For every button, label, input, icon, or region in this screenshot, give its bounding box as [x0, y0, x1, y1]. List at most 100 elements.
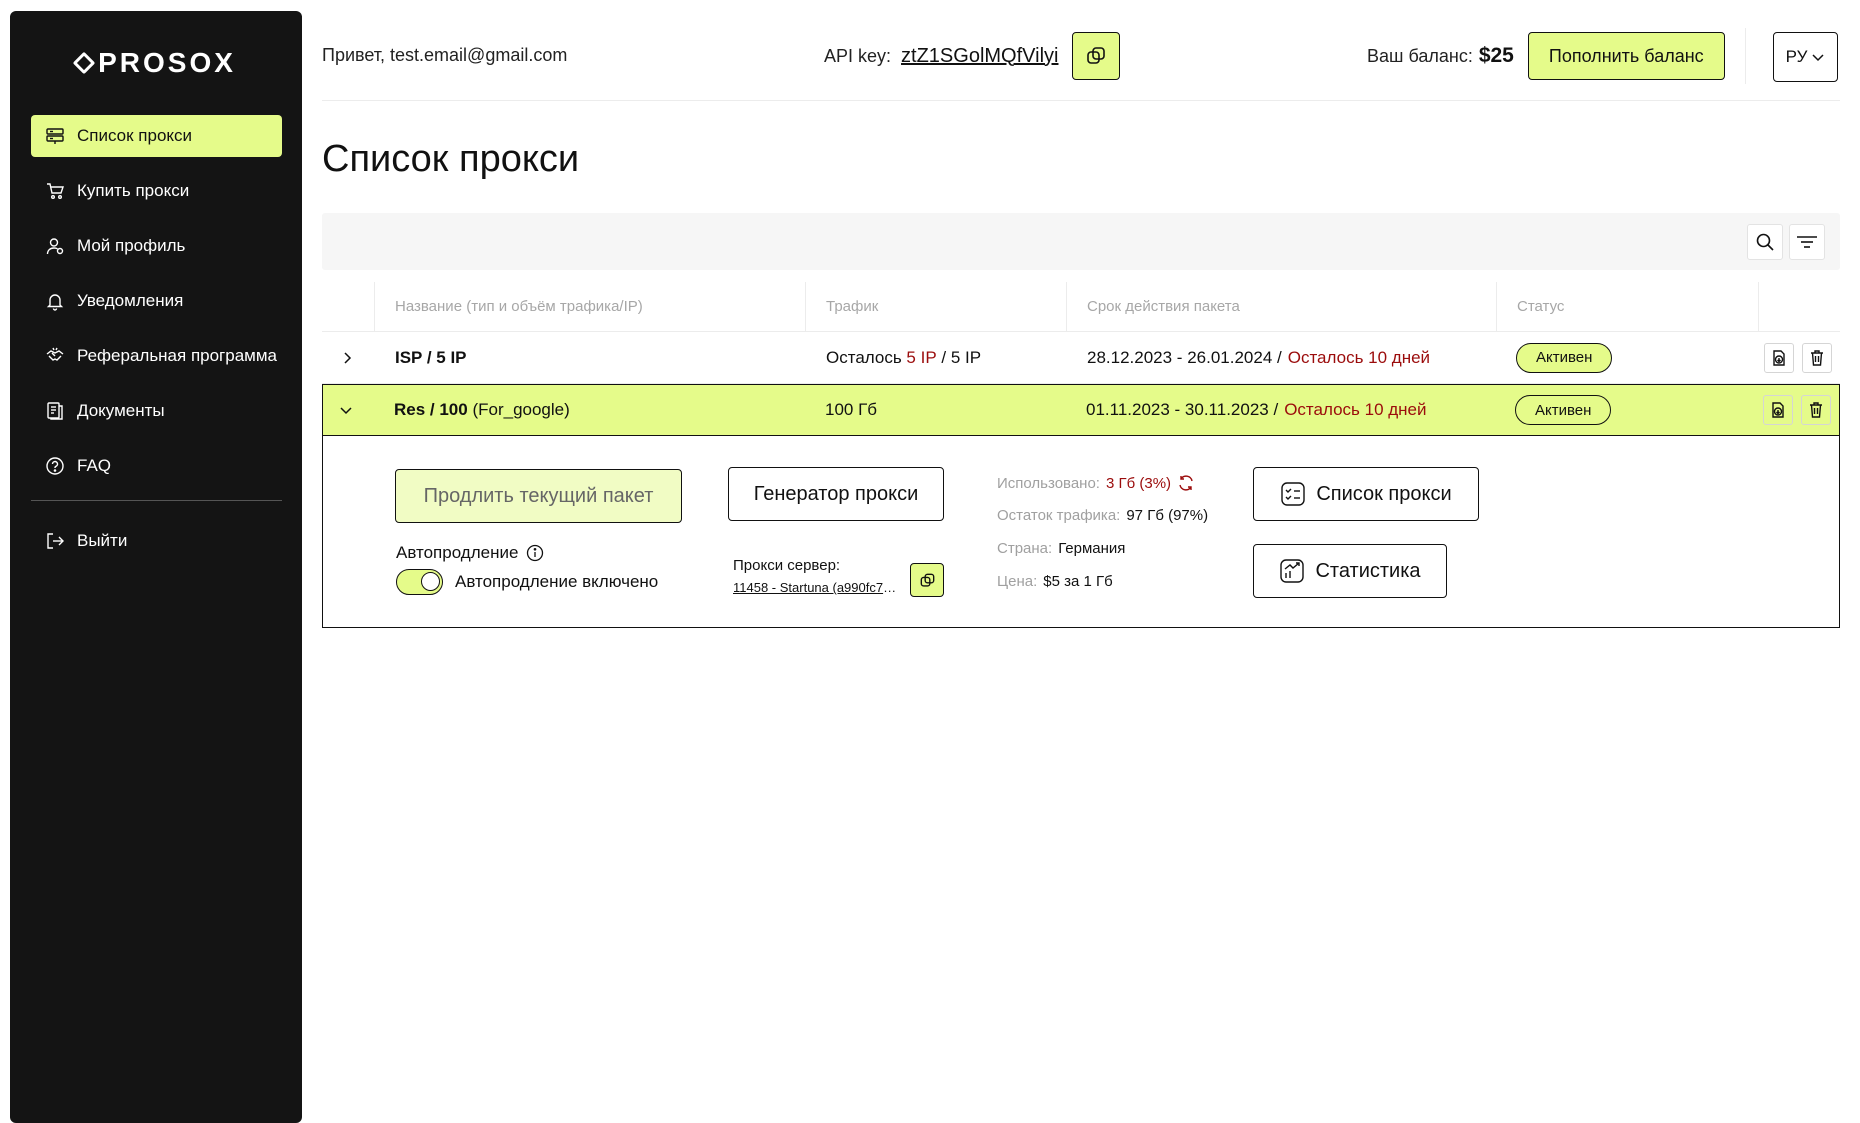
- period-dates: 01.11.2023 - 30.11.2023 /: [1086, 400, 1279, 419]
- sidebar-item-faq[interactable]: FAQ: [31, 445, 282, 487]
- chevron-down-icon: [1812, 54, 1824, 62]
- table-row[interactable]: ISP / 5 IP Осталось 5 IP / 5 IP 28.12.20…: [322, 332, 1840, 384]
- used-value: 3 Гб (3%): [1105, 474, 1172, 492]
- collapse-row-button[interactable]: [331, 385, 361, 435]
- traffic-prefix: Осталось: [826, 347, 907, 367]
- page-title: Список прокси: [322, 138, 580, 180]
- logo[interactable]: PROSOX: [10, 47, 302, 79]
- greeting-text: Привет, test.email@gmail.com: [322, 45, 568, 65]
- sidebar-divider: [31, 500, 282, 501]
- sidebar-item-buy-proxy[interactable]: Купить прокси: [31, 170, 282, 212]
- language-select[interactable]: РУ: [1773, 32, 1838, 82]
- proxy-list-button-label: Список прокси: [1316, 482, 1452, 505]
- row-traffic: 100 Гб: [825, 400, 878, 419]
- proxy-generator-button[interactable]: Генератор прокси: [728, 467, 944, 521]
- sidebar-item-referral[interactable]: Реферальная программа: [31, 335, 282, 377]
- balance-value: $25: [1478, 44, 1514, 67]
- sidebar-item-proxy-list[interactable]: Список прокси: [31, 115, 282, 157]
- period-remaining: Осталось 10 дней: [1287, 347, 1431, 367]
- price-value: $5 за 1 Гб: [1043, 573, 1113, 590]
- info-icon[interactable]: [526, 544, 544, 562]
- row-name: Res / 100 (For_google): [394, 385, 570, 435]
- row-period: 28.12.2023 - 26.01.2024 / Осталось 10 дн…: [1087, 332, 1430, 383]
- period-remaining: Осталось 10 дней: [1284, 400, 1427, 419]
- delete-button[interactable]: [1801, 395, 1831, 425]
- sidebar: PROSOX Список прокси Купить прокси Мой п…: [10, 11, 302, 1123]
- column-header-period: Срок действия пакета: [1066, 282, 1496, 332]
- package-details-panel: Продлить текущий пакет Автопродление Авт…: [322, 436, 1840, 628]
- autorenew-heading: Автопродление: [396, 543, 544, 563]
- autorenew-toggle[interactable]: [396, 569, 443, 595]
- column-header-actions: [1758, 282, 1840, 332]
- copy-api-key-button[interactable]: [1072, 32, 1121, 80]
- copy-server-button[interactable]: [910, 563, 944, 597]
- period-dates: 28.12.2023 - 26.01.2024 /: [1087, 347, 1282, 367]
- used-label: Использовано:: [997, 474, 1100, 492]
- sidebar-item-label: Выйти: [77, 531, 128, 550]
- row-status: Активен: [1516, 332, 1613, 383]
- row-period: 01.11.2023 - 30.11.2023 / Осталось 10 дн…: [1086, 385, 1427, 435]
- proxy-table: Название (тип и объём трафика/IP) Трафик…: [322, 282, 1840, 628]
- delete-button[interactable]: [1802, 342, 1832, 373]
- chevron-right-icon: [344, 351, 352, 364]
- status-badge: Активен: [1516, 342, 1613, 373]
- refresh-icon[interactable]: [1177, 474, 1195, 492]
- expand-row-button[interactable]: [332, 332, 362, 383]
- logo-diamond-icon: [72, 51, 96, 75]
- statistics-button[interactable]: Статистика: [1253, 544, 1447, 598]
- topup-balance-button[interactable]: Пополнить баланс: [1527, 32, 1725, 80]
- download-button[interactable]: [1764, 342, 1794, 373]
- proxy-server-link[interactable]: 11458 - Startuna (a990fc7b...: [733, 580, 898, 595]
- filter-button[interactable]: [1789, 224, 1825, 260]
- cart-icon: [45, 181, 65, 201]
- download-file-icon: [1772, 402, 1784, 418]
- sidebar-item-notifications[interactable]: Уведомления: [31, 280, 282, 322]
- copy-icon: [920, 573, 934, 587]
- table-row-expanded[interactable]: Res / 100 (For_google) 100 Гб 01.11.2023…: [322, 384, 1840, 436]
- balance-label: Ваш баланс:: [1367, 45, 1473, 66]
- remaining-value: 97 Гб (97%): [1126, 507, 1209, 524]
- traffic-highlight: 5 IP: [906, 347, 937, 367]
- row-status: Активен: [1515, 385, 1612, 435]
- chevron-down-icon: [340, 407, 352, 415]
- sidebar-nav: Список прокси Купить прокси Мой профиль …: [31, 115, 282, 575]
- remaining-label: Остаток трафика:: [997, 507, 1121, 524]
- country-label: Страна:: [997, 540, 1053, 557]
- row-name: ISP / 5 IP: [395, 347, 467, 367]
- server-icon: [45, 126, 65, 146]
- search-icon: [1756, 233, 1774, 251]
- chart-icon: [1280, 559, 1305, 583]
- sidebar-item-documents[interactable]: Документы: [31, 390, 282, 432]
- balance-block: Ваш баланс: $25 Пополнить баланс: [1367, 32, 1725, 80]
- sidebar-item-logout[interactable]: Выйти: [31, 520, 282, 562]
- row-actions: [1764, 332, 1832, 383]
- country-value: Германия: [1058, 540, 1126, 557]
- country-info: Страна: Германия: [997, 540, 1125, 557]
- sidebar-item-label: Список прокси: [77, 126, 193, 145]
- proxy-list-button[interactable]: Список прокси: [1253, 467, 1479, 521]
- copy-icon: [1087, 47, 1106, 64]
- trash-icon: [1810, 402, 1822, 418]
- api-key-value[interactable]: ztZ1SGolMQfVilyi: [901, 45, 1058, 68]
- column-header-traffic: Трафик: [805, 282, 1066, 332]
- search-button[interactable]: [1747, 224, 1783, 260]
- sidebar-item-label: Уведомления: [77, 291, 184, 310]
- sidebar-item-label: FAQ: [77, 456, 112, 475]
- sidebar-item-label: Реферальная программа: [77, 346, 277, 365]
- used-traffic: Использовано: 3 Гб (3%): [997, 474, 1195, 492]
- autorenew-toggle-row: Автопродление включено: [396, 569, 658, 595]
- trash-icon: [1811, 349, 1823, 366]
- column-header-name: Название (тип и объём трафика/IP): [374, 282, 805, 332]
- toggle-knob: [421, 572, 440, 591]
- download-button[interactable]: [1763, 395, 1793, 425]
- api-key-block: API key: ztZ1SGolMQfVilyi: [824, 32, 1121, 80]
- table-toolbar: [322, 213, 1840, 270]
- logout-icon: [45, 531, 65, 551]
- extend-package-button[interactable]: Продлить текущий пакет: [395, 469, 682, 523]
- logo-text: PROSOX: [98, 47, 236, 78]
- sidebar-item-profile[interactable]: Мой профиль: [31, 225, 282, 267]
- user-icon: [45, 236, 65, 256]
- language-value: РУ: [1785, 47, 1808, 66]
- question-icon: [45, 456, 65, 476]
- status-badge: Активен: [1515, 395, 1612, 425]
